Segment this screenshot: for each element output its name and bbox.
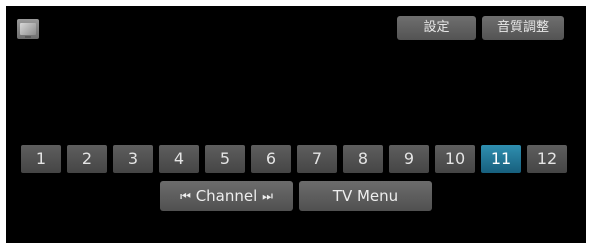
- tv-source-icon[interactable]: [17, 19, 39, 39]
- channel-button-7[interactable]: 7: [297, 145, 337, 173]
- channel-button-9[interactable]: 9: [389, 145, 429, 173]
- channel-button-4[interactable]: 4: [159, 145, 199, 173]
- channel-button-2[interactable]: 2: [67, 145, 107, 173]
- tv-stand-glyph: [25, 36, 31, 38]
- channel-button-5[interactable]: 5: [205, 145, 245, 173]
- tv-screen-glyph: [20, 23, 36, 35]
- channel-button-3[interactable]: 3: [113, 145, 153, 173]
- channel-button-11-selected[interactable]: 11: [481, 145, 521, 173]
- channel-button-row: 1 2 3 4 5 6 7 8 9 10 11 12: [21, 145, 576, 173]
- channel-button-8[interactable]: 8: [343, 145, 383, 173]
- channel-skip-button[interactable]: ⏮ Channel ⏭: [160, 181, 293, 211]
- tv-screen: 設定 音質調整 1 2 3 4 5 6 7 8 9 10 11 12 ⏮ Cha…: [6, 6, 586, 243]
- settings-button[interactable]: 設定: [397, 16, 476, 40]
- channel-button-12[interactable]: 12: [527, 145, 567, 173]
- channel-label: Channel: [195, 187, 258, 205]
- channel-button-1[interactable]: 1: [21, 145, 61, 173]
- channel-button-6[interactable]: 6: [251, 145, 291, 173]
- channel-button-10[interactable]: 10: [435, 145, 475, 173]
- skip-previous-icon[interactable]: ⏮: [180, 181, 191, 211]
- tv-menu-button[interactable]: TV Menu: [299, 181, 432, 211]
- skip-next-icon[interactable]: ⏭: [262, 181, 273, 211]
- audio-adjust-button[interactable]: 音質調整: [482, 16, 564, 40]
